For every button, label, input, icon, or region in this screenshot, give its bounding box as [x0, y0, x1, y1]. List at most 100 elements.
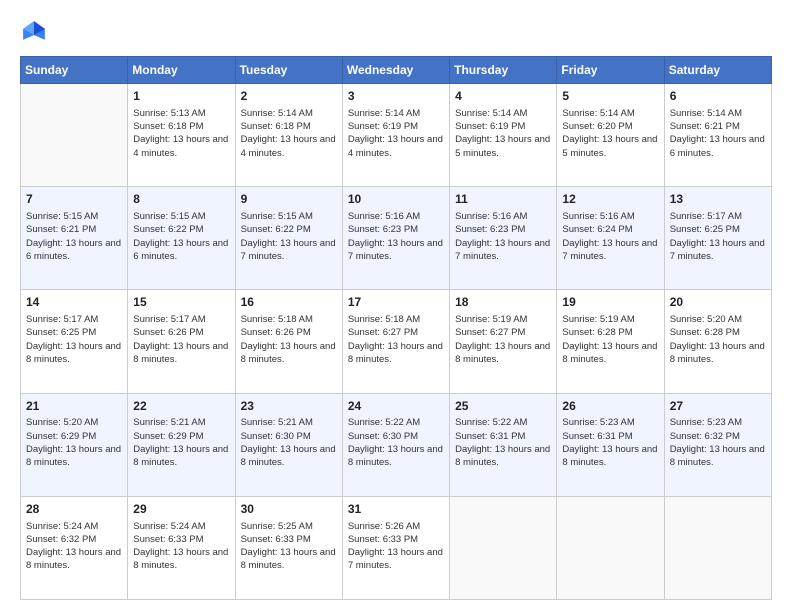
calendar-cell: 9Sunrise: 5:15 AMSunset: 6:22 PMDaylight…	[235, 187, 342, 290]
calendar-cell: 30Sunrise: 5:25 AMSunset: 6:33 PMDayligh…	[235, 496, 342, 599]
daylight-text: Daylight: 13 hours and 7 minutes.	[348, 547, 443, 571]
calendar-cell: 3Sunrise: 5:14 AMSunset: 6:19 PMDaylight…	[342, 84, 449, 187]
daylight-text: Daylight: 13 hours and 6 minutes.	[133, 238, 228, 262]
sunset-text: Sunset: 6:18 PM	[241, 121, 311, 132]
sunrise-text: Sunrise: 5:24 AM	[26, 521, 98, 532]
daylight-text: Daylight: 13 hours and 8 minutes.	[26, 341, 121, 365]
calendar-cell: 18Sunrise: 5:19 AMSunset: 6:27 PMDayligh…	[450, 290, 557, 393]
day-number: 3	[348, 88, 444, 105]
sunset-text: Sunset: 6:31 PM	[562, 431, 632, 442]
daylight-text: Daylight: 13 hours and 8 minutes.	[241, 547, 336, 571]
day-header-tuesday: Tuesday	[235, 57, 342, 84]
day-number: 17	[348, 294, 444, 311]
calendar-week-4: 21Sunrise: 5:20 AMSunset: 6:29 PMDayligh…	[21, 393, 772, 496]
sunset-text: Sunset: 6:28 PM	[562, 327, 632, 338]
daylight-text: Daylight: 13 hours and 8 minutes.	[562, 341, 657, 365]
sunrise-text: Sunrise: 5:16 AM	[348, 211, 420, 222]
calendar-cell: 25Sunrise: 5:22 AMSunset: 6:31 PMDayligh…	[450, 393, 557, 496]
sunrise-text: Sunrise: 5:17 AM	[670, 211, 742, 222]
sunset-text: Sunset: 6:28 PM	[670, 327, 740, 338]
day-number: 13	[670, 191, 766, 208]
calendar-cell: 13Sunrise: 5:17 AMSunset: 6:25 PMDayligh…	[664, 187, 771, 290]
sunset-text: Sunset: 6:30 PM	[348, 431, 418, 442]
sunset-text: Sunset: 6:30 PM	[241, 431, 311, 442]
day-number: 5	[562, 88, 658, 105]
calendar-cell: 26Sunrise: 5:23 AMSunset: 6:31 PMDayligh…	[557, 393, 664, 496]
sunset-text: Sunset: 6:32 PM	[26, 534, 96, 545]
calendar-cell: 6Sunrise: 5:14 AMSunset: 6:21 PMDaylight…	[664, 84, 771, 187]
daylight-text: Daylight: 13 hours and 7 minutes.	[455, 238, 550, 262]
sunset-text: Sunset: 6:31 PM	[455, 431, 525, 442]
sunset-text: Sunset: 6:22 PM	[133, 224, 203, 235]
day-header-saturday: Saturday	[664, 57, 771, 84]
calendar-cell: 2Sunrise: 5:14 AMSunset: 6:18 PMDaylight…	[235, 84, 342, 187]
day-header-monday: Monday	[128, 57, 235, 84]
calendar-cell: 12Sunrise: 5:16 AMSunset: 6:24 PMDayligh…	[557, 187, 664, 290]
calendar-cell: 15Sunrise: 5:17 AMSunset: 6:26 PMDayligh…	[128, 290, 235, 393]
daylight-text: Daylight: 13 hours and 7 minutes.	[348, 238, 443, 262]
daylight-text: Daylight: 13 hours and 7 minutes.	[241, 238, 336, 262]
daylight-text: Daylight: 13 hours and 8 minutes.	[133, 341, 228, 365]
day-header-wednesday: Wednesday	[342, 57, 449, 84]
sunset-text: Sunset: 6:29 PM	[26, 431, 96, 442]
day-number: 1	[133, 88, 229, 105]
day-header-friday: Friday	[557, 57, 664, 84]
day-number: 23	[241, 398, 337, 415]
day-number: 27	[670, 398, 766, 415]
sunset-text: Sunset: 6:33 PM	[348, 534, 418, 545]
calendar-cell: 17Sunrise: 5:18 AMSunset: 6:27 PMDayligh…	[342, 290, 449, 393]
calendar-cell: 11Sunrise: 5:16 AMSunset: 6:23 PMDayligh…	[450, 187, 557, 290]
calendar-header-row: SundayMondayTuesdayWednesdayThursdayFrid…	[21, 57, 772, 84]
calendar-cell: 16Sunrise: 5:18 AMSunset: 6:26 PMDayligh…	[235, 290, 342, 393]
day-number: 29	[133, 501, 229, 518]
calendar-cell: 20Sunrise: 5:20 AMSunset: 6:28 PMDayligh…	[664, 290, 771, 393]
sunrise-text: Sunrise: 5:26 AM	[348, 521, 420, 532]
sunrise-text: Sunrise: 5:24 AM	[133, 521, 205, 532]
day-number: 31	[348, 501, 444, 518]
daylight-text: Daylight: 13 hours and 8 minutes.	[562, 444, 657, 468]
calendar-body: 1Sunrise: 5:13 AMSunset: 6:18 PMDaylight…	[21, 84, 772, 600]
logo	[20, 18, 52, 46]
daylight-text: Daylight: 13 hours and 8 minutes.	[133, 444, 228, 468]
daylight-text: Daylight: 13 hours and 8 minutes.	[670, 341, 765, 365]
day-number: 24	[348, 398, 444, 415]
calendar-cell	[664, 496, 771, 599]
daylight-text: Daylight: 13 hours and 8 minutes.	[455, 341, 550, 365]
sunrise-text: Sunrise: 5:22 AM	[455, 417, 527, 428]
sunrise-text: Sunrise: 5:15 AM	[26, 211, 98, 222]
day-number: 15	[133, 294, 229, 311]
calendar-cell: 23Sunrise: 5:21 AMSunset: 6:30 PMDayligh…	[235, 393, 342, 496]
calendar-cell	[21, 84, 128, 187]
sunset-text: Sunset: 6:20 PM	[562, 121, 632, 132]
sunrise-text: Sunrise: 5:22 AM	[348, 417, 420, 428]
day-number: 18	[455, 294, 551, 311]
daylight-text: Daylight: 13 hours and 8 minutes.	[133, 547, 228, 571]
day-number: 16	[241, 294, 337, 311]
daylight-text: Daylight: 13 hours and 7 minutes.	[562, 238, 657, 262]
sunrise-text: Sunrise: 5:17 AM	[133, 314, 205, 325]
daylight-text: Daylight: 13 hours and 8 minutes.	[670, 444, 765, 468]
logo-icon	[20, 18, 48, 46]
day-number: 19	[562, 294, 658, 311]
calendar-cell: 27Sunrise: 5:23 AMSunset: 6:32 PMDayligh…	[664, 393, 771, 496]
calendar-cell: 10Sunrise: 5:16 AMSunset: 6:23 PMDayligh…	[342, 187, 449, 290]
calendar-cell: 28Sunrise: 5:24 AMSunset: 6:32 PMDayligh…	[21, 496, 128, 599]
calendar-cell: 22Sunrise: 5:21 AMSunset: 6:29 PMDayligh…	[128, 393, 235, 496]
sunrise-text: Sunrise: 5:15 AM	[241, 211, 313, 222]
calendar-cell: 29Sunrise: 5:24 AMSunset: 6:33 PMDayligh…	[128, 496, 235, 599]
sunrise-text: Sunrise: 5:21 AM	[241, 417, 313, 428]
sunset-text: Sunset: 6:19 PM	[348, 121, 418, 132]
day-number: 26	[562, 398, 658, 415]
calendar-cell	[450, 496, 557, 599]
day-number: 10	[348, 191, 444, 208]
day-number: 2	[241, 88, 337, 105]
sunset-text: Sunset: 6:22 PM	[241, 224, 311, 235]
daylight-text: Daylight: 13 hours and 4 minutes.	[241, 134, 336, 158]
sunset-text: Sunset: 6:33 PM	[241, 534, 311, 545]
day-number: 4	[455, 88, 551, 105]
daylight-text: Daylight: 13 hours and 8 minutes.	[241, 341, 336, 365]
calendar-cell: 19Sunrise: 5:19 AMSunset: 6:28 PMDayligh…	[557, 290, 664, 393]
calendar-week-1: 1Sunrise: 5:13 AMSunset: 6:18 PMDaylight…	[21, 84, 772, 187]
sunrise-text: Sunrise: 5:15 AM	[133, 211, 205, 222]
day-number: 28	[26, 501, 122, 518]
